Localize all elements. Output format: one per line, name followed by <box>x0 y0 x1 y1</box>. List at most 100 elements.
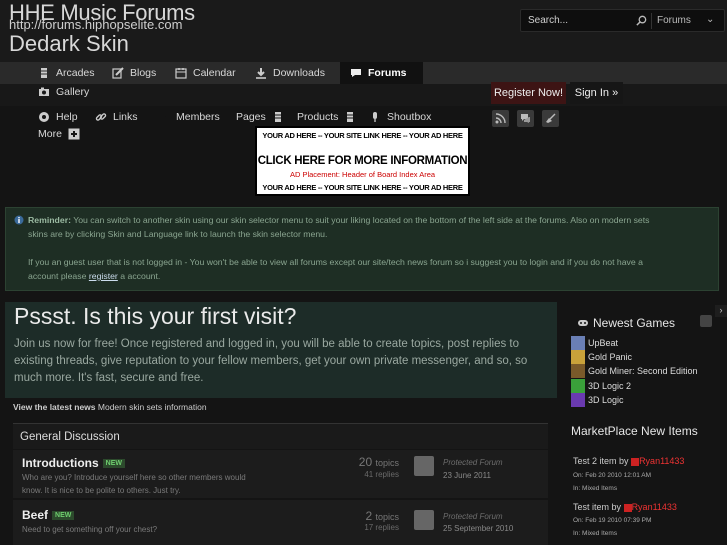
new-badge: NEW <box>52 511 75 521</box>
last-post-title[interactable]: Protected Forum <box>443 512 503 521</box>
info-icon <box>14 215 24 225</box>
forum-name[interactable]: Beef NEW <box>22 508 75 522</box>
newest-games-title: Newest Games <box>593 316 676 330</box>
last-post-date: 25 September 2010 <box>443 524 514 533</box>
camera-icon <box>39 87 49 96</box>
plus-icon <box>68 128 80 140</box>
broom-icon[interactable] <box>542 110 559 127</box>
market-user[interactable]: Ryan11433 <box>632 502 677 512</box>
nav-item-help[interactable]: Help <box>38 111 78 123</box>
notice-line-2: skins are by clicking Skin and Language … <box>28 229 328 239</box>
collapse-toggle-icon[interactable] <box>700 315 712 327</box>
welcome-text-1: Join us now for free! Once registered an… <box>14 338 520 350</box>
chat-icon[interactable] <box>517 110 534 127</box>
welcome-text-3: much more. It's fast, secure and free. <box>14 372 204 384</box>
avatar <box>414 456 434 476</box>
logo-skin-name[interactable]: Dedark Skin <box>9 31 129 57</box>
game-item[interactable]: 3D Logic <box>571 393 624 407</box>
nav-item-arcades[interactable]: Arcades <box>38 67 95 79</box>
controller-icon <box>578 320 588 326</box>
register-link[interactable]: register <box>89 271 118 281</box>
game-thumb <box>571 364 585 378</box>
welcome-box: Pssst. Is this your first visit? Join us… <box>5 302 557 398</box>
game-item[interactable]: 3D Logic 2 <box>571 379 631 393</box>
market-date: On: Feb 20 2010 12:01 AM <box>573 472 652 479</box>
search-icon[interactable] <box>635 14 648 27</box>
game-item[interactable]: UpBeat <box>571 336 618 350</box>
sidebar-toggle[interactable]: › <box>715 305 727 317</box>
market-category: In: Mixed Items <box>573 530 618 537</box>
nav-item-gallery[interactable]: Gallery <box>38 86 89 98</box>
nav-label: Arcades <box>56 67 95 79</box>
nav-item-links[interactable]: Links <box>95 111 138 123</box>
marketplace-title: MarketPlace New Items <box>571 424 698 438</box>
pencil-icon <box>112 67 124 79</box>
nav-label: Pages <box>236 111 266 123</box>
register-button[interactable]: Register Now! <box>491 82 566 104</box>
market-item[interactable]: Test item by Ryan11433 <box>573 502 677 512</box>
notice-line-3: If you an guest user that is not logged … <box>28 257 643 267</box>
forum-name[interactable]: Introductions NEW <box>22 456 126 470</box>
search-input[interactable]: Search... <box>528 15 568 26</box>
notice-line-1: You can switch to another skin using our… <box>73 215 650 225</box>
nav-label: Forums <box>368 67 407 79</box>
avatar <box>414 510 434 530</box>
logo-url[interactable]: http://forums.hiphopselite.com <box>9 17 182 32</box>
forum-desc-2: know. It is nice to be polite to others.… <box>22 486 181 495</box>
game-thumb <box>571 393 585 407</box>
nav-more[interactable]: More <box>38 128 80 140</box>
ad-banner[interactable]: YOUR AD HERE -- YOUR SITE LINK HERE -- Y… <box>255 126 470 196</box>
nav-item-forums[interactable]: Forums <box>340 62 423 84</box>
new-badge: NEW <box>102 459 126 469</box>
category-header[interactable]: General Discussion <box>13 423 548 449</box>
game-thumb <box>571 350 585 364</box>
forum-row[interactable]: Introductions NEW Who are you? Introduce … <box>13 450 548 498</box>
nav-item-products[interactable]: Products <box>297 111 356 123</box>
nav-item-pages[interactable]: Pages <box>236 111 284 123</box>
nav-item-downloads[interactable]: Downloads <box>255 67 325 79</box>
ad-line-3: AD Placement: Header of Board Index Area <box>289 170 436 179</box>
last-post-title[interactable]: Protected Forum <box>443 458 503 467</box>
newest-games-header: Newest Games <box>577 316 675 330</box>
search-scope-select[interactable]: Forums <box>657 15 691 26</box>
rss-icon[interactable] <box>492 110 509 127</box>
sign-in-button[interactable]: Sign In » <box>570 82 623 104</box>
chevron-down-icon[interactable]: ⌄ <box>706 14 714 25</box>
reply-count: 17 replies <box>364 523 399 532</box>
forum-row[interactable]: Beef NEW Need to get something off your c… <box>13 500 548 545</box>
link-icon <box>95 113 107 121</box>
welcome-title: Pssst. Is this your first visit? <box>14 303 297 329</box>
nav-item-calendar[interactable]: Calendar <box>175 67 236 79</box>
market-user[interactable]: Ryan11433 <box>639 456 684 466</box>
reminder-notice: Reminder: You can switch to another skin… <box>5 207 719 291</box>
calendar-icon <box>175 68 187 79</box>
chat-bubble-icon <box>351 69 361 77</box>
site-header: HHE Music Forums http://forums.hiphopsel… <box>0 0 727 62</box>
members-icon <box>161 112 167 118</box>
notice-line-4: account please <box>28 271 89 281</box>
nav-label: Help <box>56 111 78 123</box>
reply-count: 41 replies <box>364 470 399 479</box>
game-item[interactable]: Gold Panic <box>571 350 632 364</box>
microphone-icon <box>373 112 377 122</box>
nav-item-shoutbox[interactable]: Shoutbox <box>369 111 431 123</box>
help-icon <box>39 112 49 122</box>
latest-news-link[interactable]: Modern skin sets information <box>98 402 207 412</box>
nav-item-blogs[interactable]: Blogs <box>112 67 156 79</box>
user-badge-icon <box>631 457 640 466</box>
trophy-icon <box>274 112 281 122</box>
nav-item-members[interactable]: Members <box>158 111 220 123</box>
game-item[interactable]: Gold Miner: Second Edition <box>571 364 698 378</box>
last-post-date: 23 June 2011 <box>443 471 491 480</box>
search-box[interactable]: Search... Forums ⌄ <box>520 9 725 32</box>
trophy-icon <box>347 112 354 122</box>
nav-label: Shoutbox <box>387 111 432 123</box>
latest-news: View the latest news Modern skin sets in… <box>13 402 207 412</box>
market-item[interactable]: Test 2 item by Ryan11433 <box>573 456 684 466</box>
nav-label: Blogs <box>130 67 157 79</box>
forum-desc-1: Need to get something off your chest? <box>22 525 158 534</box>
ad-line-2: CLICK HERE FOR MORE INFORMATION <box>257 155 468 167</box>
forum-desc-1: Who are you? Introduce yourself here so … <box>22 473 246 482</box>
category-title: General Discussion <box>20 431 120 443</box>
market-category: In: Mixed Items <box>573 485 618 492</box>
